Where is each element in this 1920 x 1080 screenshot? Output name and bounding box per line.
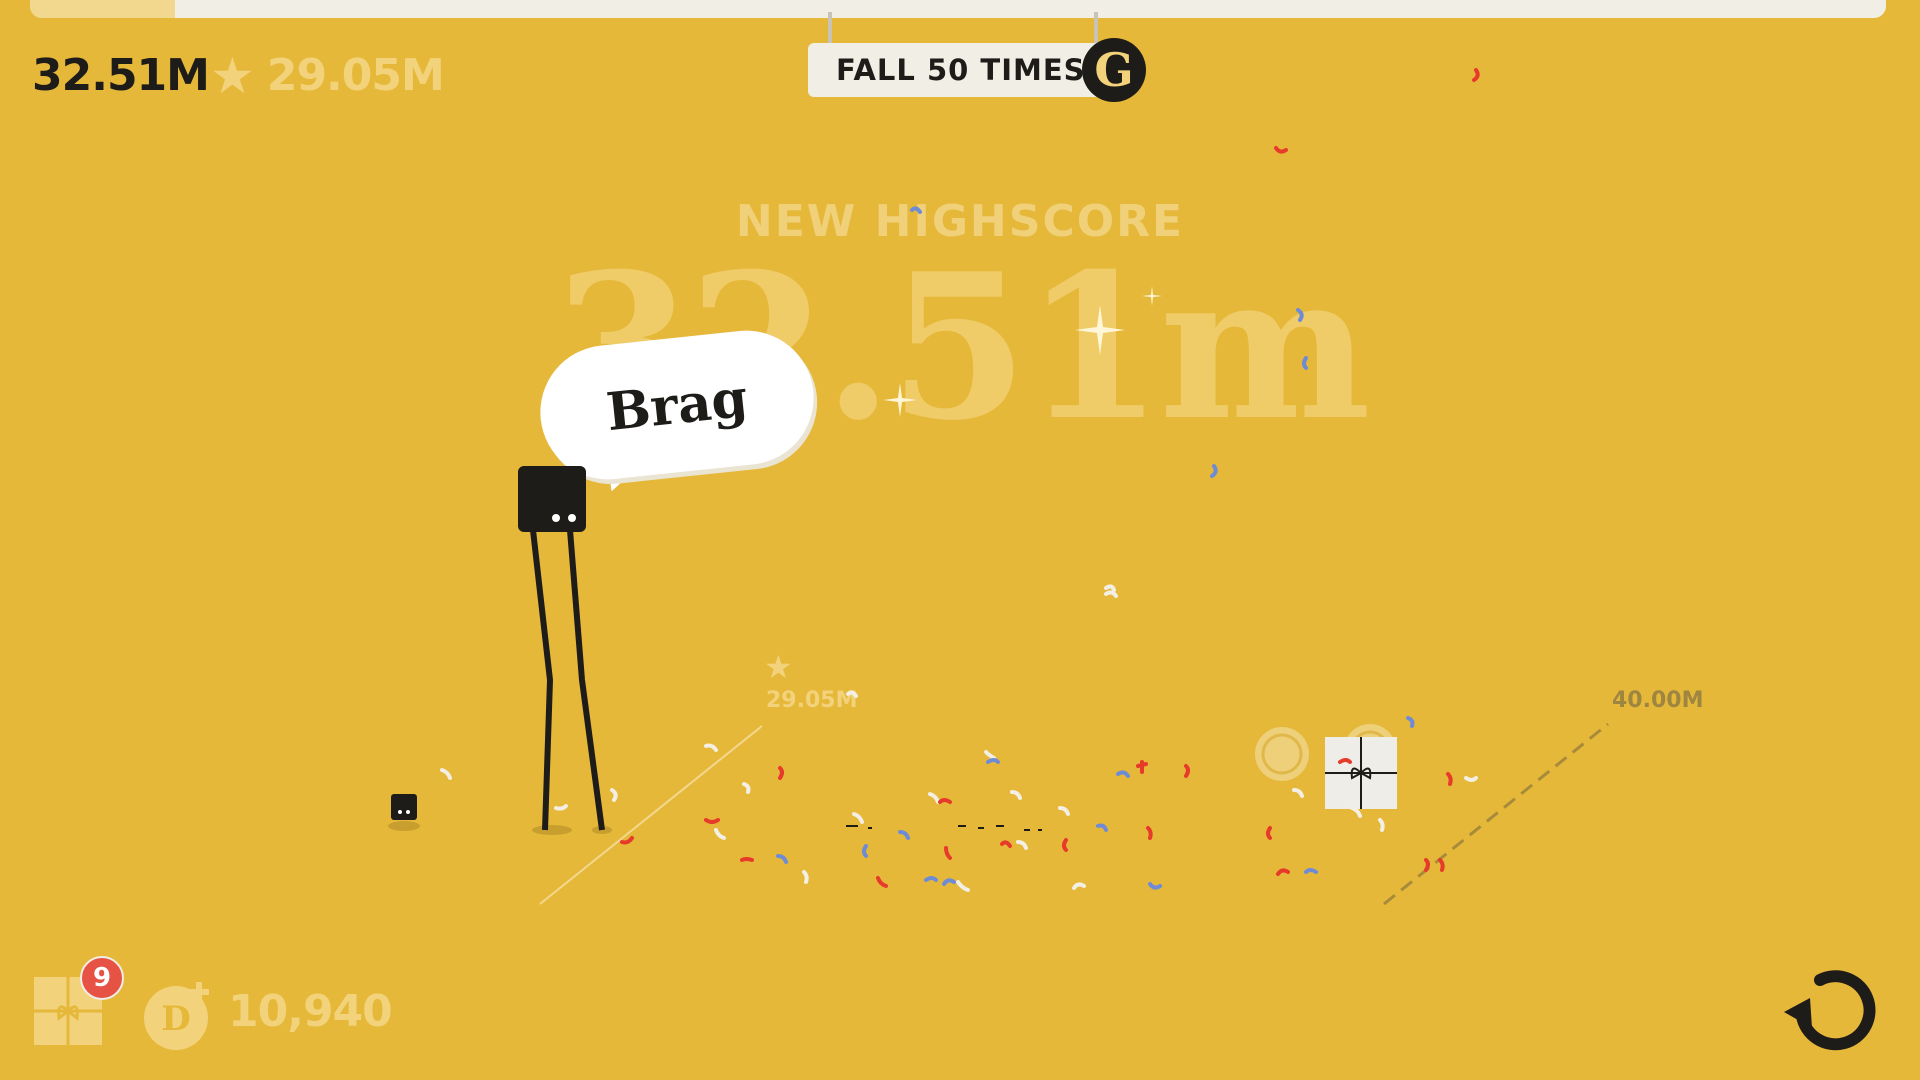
coin-count: 10,940 — [228, 986, 393, 1037]
svg-text:D: D — [161, 999, 190, 1039]
confetti — [440, 68, 1480, 892]
restart-arrow-icon[interactable] — [1780, 958, 1880, 1058]
gift-count-badge: 9 — [80, 956, 124, 1000]
coin-plus-icon[interactable]: D — [140, 980, 216, 1050]
